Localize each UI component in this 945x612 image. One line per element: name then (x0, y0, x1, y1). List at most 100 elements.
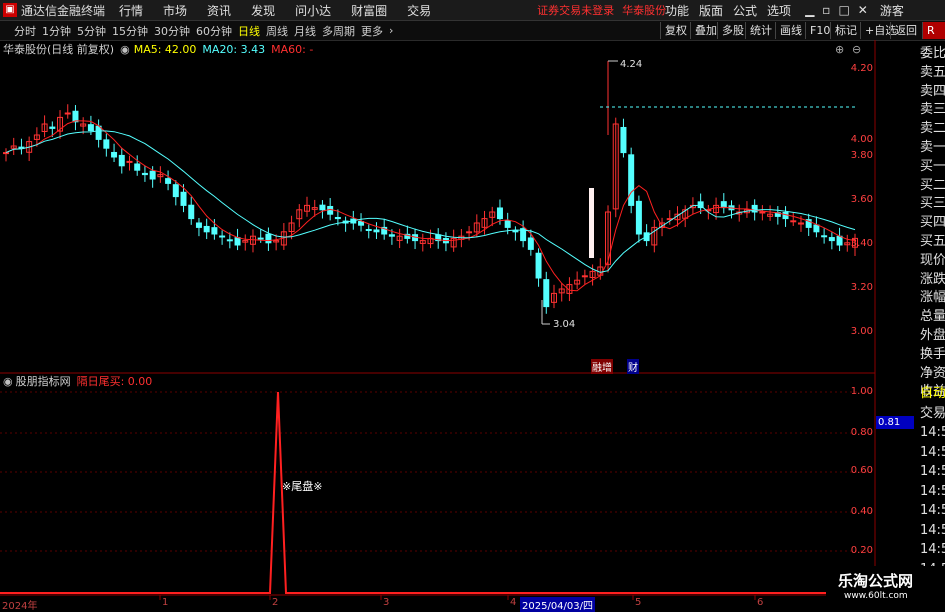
period-intraday[interactable]: 分时 (14, 23, 36, 39)
btn-mark[interactable]: 标记 (830, 22, 861, 39)
menu-formula[interactable]: 公式 (733, 2, 757, 19)
side-item-17: 净资 (920, 365, 945, 381)
side-item-4: 卖二 (920, 121, 945, 137)
current-stock: 华泰股份 (622, 4, 667, 17)
menu-trade[interactable]: 交易 (407, 2, 431, 19)
maximize-icon[interactable]: □ (838, 3, 849, 17)
right-menu: 功能 版面 公式 选项 ▁ ▫ □ ✕ 游客 (665, 0, 904, 20)
ind-y-040: 0.40 (850, 506, 873, 517)
ma5-label: MA5: 42.00 (133, 42, 197, 56)
period-weekly[interactable]: 周线 (266, 23, 288, 39)
x-label-2: 2 (272, 597, 279, 608)
ma60-label: MA60: - (271, 42, 314, 56)
min-icon[interactable]: ▁ (805, 3, 814, 17)
y-label-360: 3.60 (850, 194, 873, 205)
side-item-7: 买二 (920, 177, 945, 193)
period-30min[interactable]: 30分钟 (154, 23, 190, 39)
period-more[interactable]: 更多 (361, 23, 383, 39)
side-item-3: 卖三 (920, 102, 945, 118)
restore-icon[interactable]: ▫ (822, 3, 830, 17)
side-item-12: 涨跌 (920, 271, 945, 287)
btn-draw[interactable]: 画线 (775, 22, 806, 39)
btn-stats[interactable]: 统计 (745, 22, 776, 39)
period-multi[interactable]: 多周期 (322, 23, 355, 39)
tail-marker-label: ※尾盘※ (282, 480, 323, 493)
menu-discover[interactable]: 发现 (251, 2, 275, 19)
ind-y-080: 0.80 (850, 427, 873, 438)
settings-icon[interactable]: ◉ (120, 43, 130, 56)
side-item-13: 涨幅 (920, 290, 945, 306)
x-label-cursor-date: 2025/04/03/四 (520, 597, 596, 612)
side-item-0: 委比 (920, 46, 945, 61)
side-trade-label-0[interactable]: 自动 (920, 384, 945, 403)
y-label-380: 3.80 (850, 150, 873, 161)
side-item-10: 买五 (920, 234, 945, 249)
menu-options[interactable]: 选项 (767, 2, 791, 19)
side-item-6: 买一 (920, 158, 945, 174)
period-60min[interactable]: 60分钟 (196, 23, 232, 39)
menu-quotes[interactable]: 行情 (119, 2, 143, 19)
side-item-16: 换手 (920, 346, 945, 362)
menu-ask[interactable]: 问小达 (295, 2, 331, 19)
low-annotation: 3.04 (553, 319, 576, 330)
period-monthly[interactable]: 月线 (294, 23, 316, 39)
indicator-title: 股朋指标网 (15, 375, 71, 388)
login-status[interactable]: 证券交易未登录 (537, 2, 614, 18)
side-trade-label-1: 交易 (920, 405, 945, 421)
close-icon[interactable]: ✕ (858, 3, 868, 17)
app-logo-icon: ▣ (3, 3, 17, 17)
app-title: 通达信金融终端 (21, 3, 106, 18)
side-item-5: 卖一 (920, 140, 945, 155)
ind-y-020: 0.20 (850, 545, 873, 556)
side-time-4: 14:56 (920, 464, 945, 479)
x-label-4: 4 (510, 597, 517, 608)
side-time-8: 14:56 (920, 542, 945, 557)
btn-fuquan[interactable]: 复权 (660, 22, 691, 39)
menu-layout[interactable]: 版面 (699, 2, 723, 19)
side-time-3: 14:56 (920, 444, 945, 460)
chevron-right-icon[interactable]: › (389, 24, 393, 37)
y-label-320: 3.20 (850, 282, 873, 293)
watermark: 乐淘公式网 www.60lt.com (826, 566, 945, 609)
zoom-out-icon[interactable]: ⊖ (852, 43, 861, 56)
r-icon[interactable]: R (922, 22, 945, 39)
indicator-line-label: 隔日尾买: 0.00 (76, 375, 153, 388)
guest-label[interactable]: 游客 (880, 2, 904, 19)
indicator-current-value: 0.81 (876, 416, 914, 429)
period-5min[interactable]: 5分钟 (77, 23, 106, 39)
candlestick-chart[interactable] (0, 0, 945, 609)
x-label-1: 1 (162, 597, 169, 608)
side-time-5: 14:56 (920, 483, 945, 499)
side-item-11: 现价 (920, 252, 945, 268)
tag-rongzeng[interactable]: 融增 (591, 359, 613, 374)
zoom-in-icon[interactable]: ⊕ (835, 43, 844, 56)
menu-news[interactable]: 资讯 (207, 2, 231, 19)
x-label-5: 5 (635, 597, 642, 608)
side-time-2: 14:56 (920, 425, 945, 440)
menu-functions[interactable]: 功能 (665, 2, 689, 19)
btn-back[interactable]: 返回 (890, 22, 921, 39)
period-15min[interactable]: 15分钟 (112, 23, 148, 39)
tag-finance[interactable]: 财 (627, 359, 639, 374)
ind-y-100: 1.00 (850, 386, 873, 397)
x-label-3: 3 (383, 597, 390, 608)
period-daily[interactable]: 日线 (238, 23, 260, 39)
ind-y-060: 0.60 (850, 465, 873, 476)
y-label-420: 4.20 (850, 63, 873, 74)
indicator-settings-icon[interactable]: ◉ (3, 375, 13, 388)
y-label-400: 4.00 (850, 134, 873, 145)
btn-multistock[interactable]: 多股 (717, 22, 748, 39)
menu-market[interactable]: 市场 (163, 2, 187, 19)
menu-wealth[interactable]: 财富圈 (351, 2, 387, 19)
side-item-14: 总量 (920, 309, 945, 325)
period-1min[interactable]: 1分钟 (42, 23, 71, 39)
side-time-6: 14:56 (920, 503, 945, 518)
high-annotation: 4.24 (620, 59, 643, 70)
side-item-15: 外盘 (920, 328, 945, 343)
menu-bar: ▣ 通达信金融终端 行情 市场 资讯 发现 问小达 财富圈 交易 证券交易未登录… (0, 0, 945, 21)
side-item-2: 卖四 (920, 83, 945, 99)
side-time-7: 14:56 (920, 522, 945, 538)
x-label-2024: 2024年 (2, 601, 38, 612)
x-label-6: 6 (757, 597, 764, 608)
main-chart-title: 华泰股份(日线 前复权) (3, 43, 115, 56)
